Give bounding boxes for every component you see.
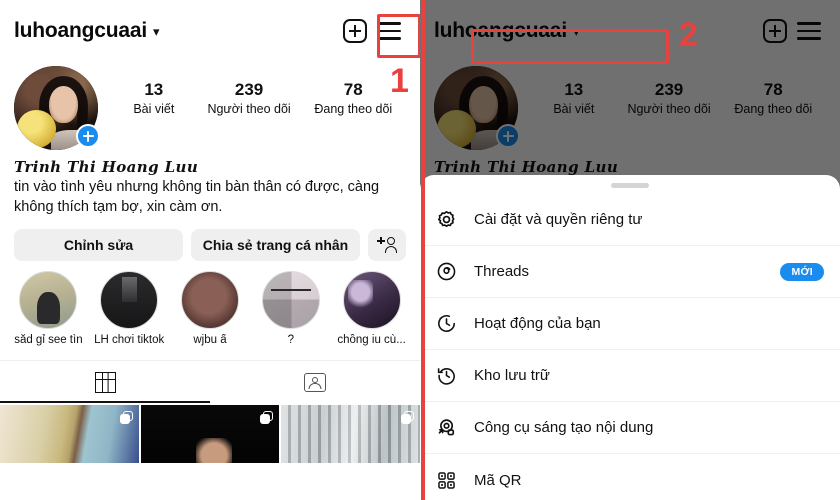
add-new-button[interactable] bbox=[338, 14, 372, 48]
stat-label: Người theo dõi bbox=[207, 102, 291, 117]
stat-value: 13 bbox=[144, 80, 164, 99]
menu-item-label: Cài đặt và quyền riêng tư bbox=[474, 211, 643, 228]
plus-square-icon bbox=[343, 19, 367, 43]
discover-people-button[interactable] bbox=[368, 229, 406, 262]
menu-item-label: Hoạt động của bạn bbox=[474, 315, 601, 332]
menu-list: Cài đặt và quyền riêng tư Threads MỚI Ho… bbox=[420, 194, 840, 500]
highlight-cover bbox=[261, 271, 320, 330]
highlight-label: LH chơi tiktok bbox=[94, 334, 165, 347]
chevron-down-icon[interactable]: ▾ bbox=[153, 25, 160, 38]
archive-row[interactable]: Kho lưu trữ bbox=[420, 350, 840, 402]
hamburger-menu-icon bbox=[377, 22, 401, 40]
story-highlights-row: săd gỉ see tìn LH chơi tiktok wjbu ấ ? c… bbox=[0, 261, 420, 346]
multi-post-icon bbox=[119, 411, 133, 425]
highlight-item[interactable]: săd gỉ see tìn bbox=[10, 271, 87, 346]
highlight-label: chồng iu cù... bbox=[337, 334, 406, 347]
post-thumbnail[interactable] bbox=[0, 405, 139, 464]
settings-and-privacy-row[interactable]: Cài đặt và quyền riêng tư bbox=[420, 194, 840, 246]
activity-clock-icon bbox=[436, 313, 466, 334]
display-name: Trinh Thi Hoang Luu bbox=[14, 158, 199, 176]
header-username[interactable]: luhoangcuaai bbox=[14, 19, 147, 43]
edit-profile-button[interactable]: Chỉnh sửa bbox=[14, 229, 183, 262]
highlight-label: wjbu ấ bbox=[193, 334, 227, 347]
action-buttons-row: Chỉnh sửa Chia sẻ trang cá nhân bbox=[0, 217, 420, 262]
threads-at-icon bbox=[436, 261, 466, 282]
hamburger-menu-button[interactable] bbox=[372, 14, 406, 48]
bio-text: tin vào tình yêu nhưng không tin bàn thâ… bbox=[14, 179, 380, 215]
stats-row: 13 Bài viết 239 Người theo dõi 78 Đang t… bbox=[98, 66, 406, 116]
stat-followers[interactable]: 239 Người theo dõi bbox=[207, 80, 290, 116]
avatar[interactable] bbox=[14, 66, 100, 150]
multi-post-icon bbox=[401, 411, 415, 425]
gear-icon bbox=[436, 209, 466, 230]
add-person-icon bbox=[377, 236, 397, 254]
your-activity-row[interactable]: Hoạt động của bạn bbox=[420, 298, 840, 350]
post-thumbnail[interactable] bbox=[281, 405, 420, 464]
right-phone-panel: luhoangcuaai ▾ 13 bbox=[420, 0, 840, 500]
highlight-cover bbox=[100, 271, 159, 330]
post-grid bbox=[0, 405, 420, 464]
highlight-item[interactable]: wjbu ấ bbox=[172, 271, 249, 346]
highlight-cover bbox=[180, 271, 239, 330]
post-thumbnail[interactable] bbox=[140, 405, 280, 464]
screenshot-root: luhoangcuaai ▾ 13 Bài viết 239 Người the… bbox=[0, 0, 840, 500]
add-story-plus-icon[interactable] bbox=[76, 124, 100, 148]
archive-clock-icon bbox=[436, 365, 466, 386]
menu-item-label: Công cụ sáng tạo nội dung bbox=[474, 419, 654, 436]
tab-grid[interactable] bbox=[0, 361, 210, 404]
highlight-item[interactable]: LH chơi tiktok bbox=[91, 271, 168, 346]
menu-item-label: Threads bbox=[474, 263, 530, 280]
bio-block: Trinh Thi Hoang Luu tin vào tình yêu như… bbox=[0, 150, 420, 217]
stat-label: Đang theo dõi bbox=[314, 102, 393, 117]
stat-label: Bài viết bbox=[133, 102, 175, 117]
menu-item-label: Mã QR bbox=[474, 471, 522, 489]
highlight-label: săd gỉ see tìn bbox=[14, 334, 83, 347]
stat-value: 239 bbox=[234, 80, 264, 99]
bottom-sheet-menu: Cài đặt và quyền riêng tư Threads MỚI Ho… bbox=[420, 175, 840, 500]
menu-item-label: Kho lưu trữ bbox=[474, 367, 550, 384]
profile-header: luhoangcuaai ▾ bbox=[0, 0, 420, 62]
left-phone-panel: luhoangcuaai ▾ 13 Bài viết 239 Người the… bbox=[0, 0, 420, 500]
qr-code-row[interactable]: Mã QR bbox=[420, 454, 840, 500]
highlight-item[interactable]: ? bbox=[252, 271, 329, 346]
creator-tools-icon bbox=[436, 417, 466, 439]
stat-posts[interactable]: 13 Bài viết bbox=[124, 80, 184, 116]
stat-value: 78 bbox=[343, 80, 363, 99]
highlight-cover bbox=[342, 271, 401, 330]
qr-code-icon bbox=[436, 470, 466, 491]
new-badge: MỚI bbox=[780, 262, 824, 281]
tab-tagged[interactable] bbox=[210, 361, 420, 403]
panel-divider bbox=[421, 0, 425, 500]
sheet-drag-handle[interactable] bbox=[611, 183, 649, 188]
profile-summary-row: 13 Bài viết 239 Người theo dõi 78 Đang t… bbox=[0, 62, 420, 150]
profile-tab-bar bbox=[0, 360, 420, 404]
creator-tools-row[interactable]: Công cụ sáng tạo nội dung bbox=[420, 402, 840, 454]
highlight-item[interactable]: chồng iu cù... bbox=[333, 271, 410, 346]
stat-following[interactable]: 78 Đang theo dõi bbox=[314, 80, 392, 116]
multi-post-icon bbox=[260, 411, 274, 425]
highlight-cover bbox=[19, 271, 78, 330]
share-profile-button[interactable]: Chia sẻ trang cá nhân bbox=[191, 229, 360, 262]
highlight-label: ? bbox=[287, 334, 294, 347]
tagged-person-icon bbox=[304, 372, 326, 392]
grid-icon bbox=[94, 371, 116, 393]
threads-row[interactable]: Threads MỚI bbox=[420, 246, 840, 298]
